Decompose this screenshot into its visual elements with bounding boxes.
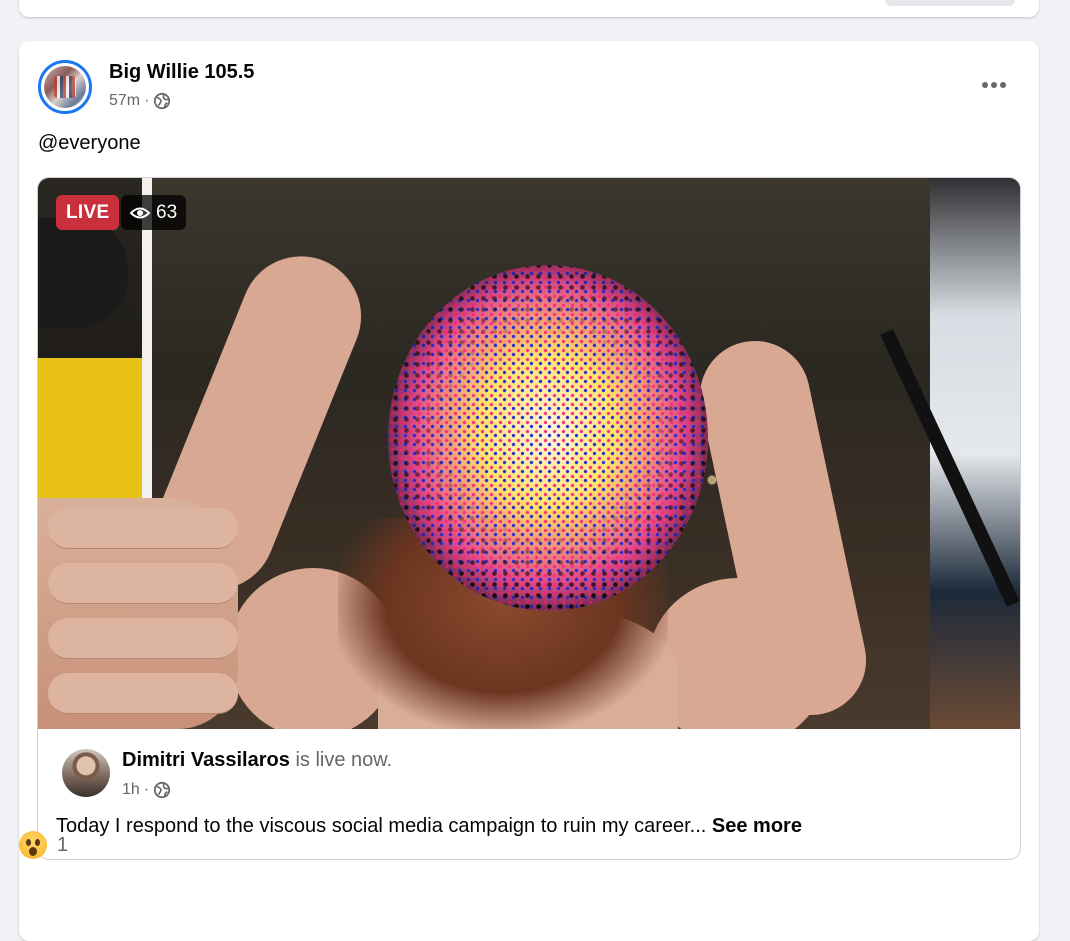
video-hand (38, 498, 238, 729)
broadcaster-line: Dimitri Vassilaros is live now. (122, 749, 392, 772)
video-finger (48, 508, 238, 549)
more-options-button[interactable] (977, 73, 1011, 97)
viewer-count-badge: 63 (121, 195, 187, 230)
live-badge: LIVE (56, 195, 120, 230)
broadcast-description-text: Today I respond to the viscous social me… (56, 815, 707, 837)
live-status-text: is live now. (295, 749, 393, 771)
post-timestamp[interactable]: 57m (109, 92, 140, 110)
viewer-count: 63 (156, 202, 178, 223)
post-card: Big Willie 105.5 57m · @everyone LIVE 63… (19, 41, 1039, 941)
previous-post-card (19, 0, 1039, 17)
globe-icon (154, 781, 171, 799)
shared-post-info: Dimitri Vassilaros is live now. 1h · Tod… (38, 729, 1020, 859)
broadcaster-avatar[interactable] (62, 749, 110, 797)
author-avatar[interactable] (38, 60, 92, 114)
post-meta: 57m · (109, 92, 171, 110)
meta-separator: · (144, 92, 150, 109)
video-finger (48, 563, 238, 604)
more-options-icon (982, 82, 1006, 88)
meta-separator: · (143, 781, 150, 798)
post-text: @everyone (38, 132, 141, 154)
face-obscured-halftone (388, 265, 708, 611)
post-author-name[interactable]: Big Willie 105.5 (109, 61, 254, 84)
broadcast-timestamp[interactable]: 1h (122, 781, 140, 799)
broadcaster-meta: 1h · (122, 781, 171, 799)
eye-icon (130, 207, 150, 218)
video-headphones (38, 218, 128, 328)
globe-icon (154, 92, 171, 110)
live-video-player[interactable]: LIVE 63 (38, 178, 1020, 729)
broadcast-description: Today I respond to the viscous social me… (56, 815, 802, 838)
see-more-link[interactable]: See more (712, 815, 802, 837)
video-finger (48, 673, 238, 714)
broadcaster-name[interactable]: Dimitri Vassilaros (122, 749, 290, 771)
reaction-summary[interactable]: 1 (19, 831, 68, 859)
reaction-count: 1 (57, 833, 69, 856)
shared-live-video[interactable]: LIVE 63 Dimitri Vassilaros is live now. … (37, 177, 1021, 860)
video-finger (48, 618, 238, 659)
previous-post-button[interactable] (885, 0, 1015, 6)
author-avatar-image (44, 66, 86, 108)
wow-reaction-icon (19, 831, 47, 859)
